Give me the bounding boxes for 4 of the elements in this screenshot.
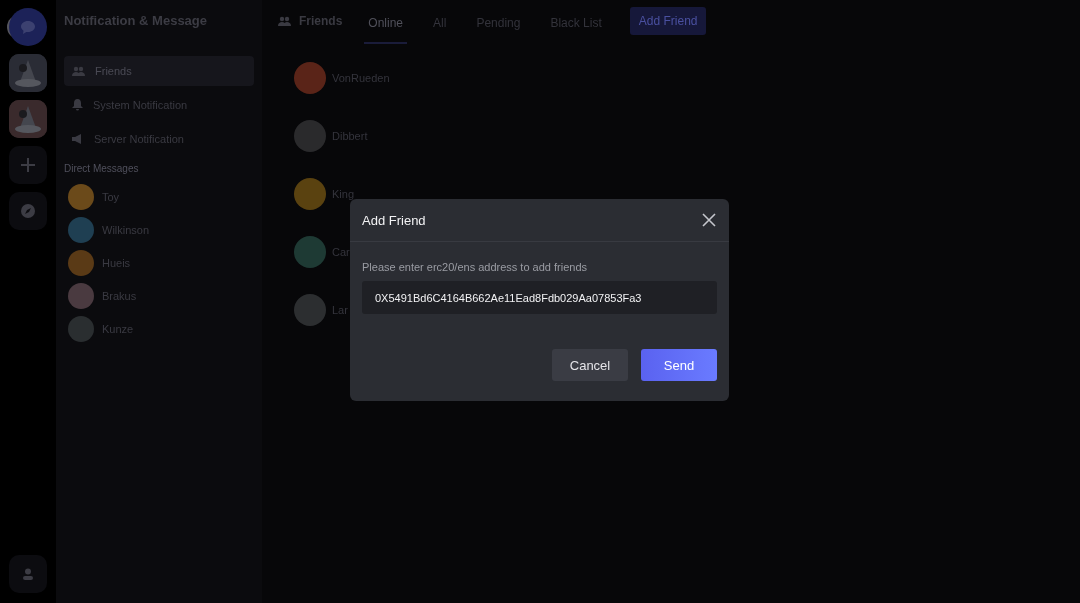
dialog-title: Add Friend [362,212,426,228]
section-title: Direct Messages [64,163,140,174]
header-title: Friends [299,14,343,28]
dialog-prompt: Please enter erc20/ens address to add friends [362,261,589,273]
